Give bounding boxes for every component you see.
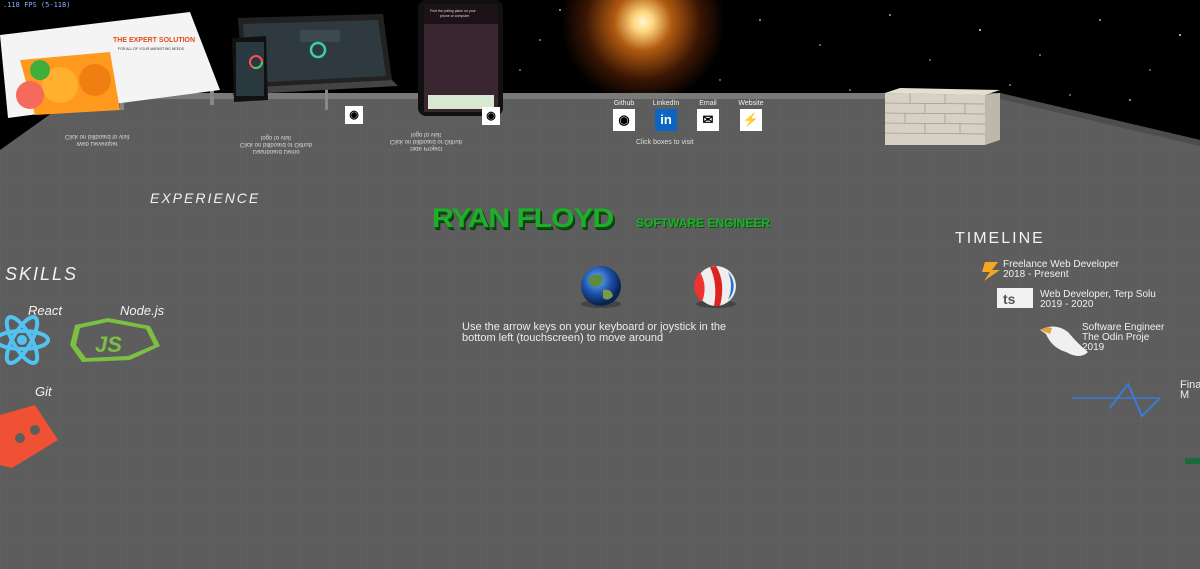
timeline-item: Finan M	[1180, 379, 1200, 401]
skill-react-label: React	[28, 303, 62, 318]
project-caption-2: Dashboard Demo Click on billboard or Git…	[240, 134, 313, 154]
billboard-subheadline: FOR ALL OF YOUR MARKETING NEEDS	[118, 47, 185, 51]
floor-edge	[80, 93, 1000, 99]
social-website-label: Website	[738, 100, 764, 107]
social-email-label: Email	[699, 100, 717, 107]
skill-git-label: Git	[35, 384, 52, 399]
phone-line1: Find the polling place on your	[430, 9, 477, 13]
social-linkedin-label: LinkedIn	[652, 100, 680, 107]
earth-globe[interactable]	[581, 266, 621, 308]
email-icon[interactable]: ✉	[697, 109, 719, 131]
github-icon[interactable]: ◉	[482, 107, 500, 125]
game-scene[interactable]: THE EXPERT SOLUTION FOR ALL OF YOUR MARK…	[0, 0, 1200, 569]
timeline-item: Software Engineer The Odin Proje 2019	[1082, 322, 1165, 353]
linkedin-icon[interactable]: in	[655, 109, 677, 131]
project-caption-1: Web Developer Click on billboard to visi…	[65, 133, 130, 146]
timeline-item: Freelance Web Developer 2018 - Present	[1003, 259, 1119, 280]
billboard-phone[interactable]: Find the polling place on your phone or …	[418, 0, 503, 116]
billboard-headline: THE EXPERT SOLUTION	[113, 37, 195, 44]
github-icon[interactable]: ◉	[345, 106, 363, 124]
social-github[interactable]: Github ◉	[604, 100, 644, 131]
ts-logo-icon: ts	[997, 288, 1033, 308]
svg-text:ts: ts	[1003, 291, 1016, 307]
svg-text:JS: JS	[95, 332, 122, 357]
social-website[interactable]: Website ⚡	[731, 100, 771, 131]
social-github-label: Github	[613, 100, 635, 107]
timeline-heading: TIMELINE	[955, 230, 1045, 247]
website-icon[interactable]: ⚡	[740, 109, 762, 131]
click-boxes-hint: Click boxes to visit	[636, 139, 694, 146]
skill-nodejs-label: Node.js	[120, 303, 165, 318]
project-caption-3: Side Project Click on billboard or Githu…	[390, 131, 463, 151]
skills-heading: SKILLS	[5, 264, 79, 284]
hero-role: SOFTWARE ENGINEER	[636, 216, 771, 230]
timeline-item: Web Developer, Terp Solu 2019 - 2020	[1040, 289, 1156, 310]
social-linkedin[interactable]: LinkedIn in	[646, 100, 686, 131]
experience-heading: EXPERIENCE	[150, 190, 261, 206]
brick-wall[interactable]	[884, 88, 1000, 145]
controls-instructions: Use the arrow keys on your keyboard or j…	[462, 321, 727, 344]
fps-counter: .118 FPS (5-118)	[3, 1, 71, 9]
social-email[interactable]: Email ✉	[688, 100, 728, 131]
phone-line2: phone or computer	[440, 14, 470, 18]
github-icon[interactable]: ◉	[613, 109, 635, 131]
hero-name: RYAN FLOYD	[432, 203, 614, 234]
